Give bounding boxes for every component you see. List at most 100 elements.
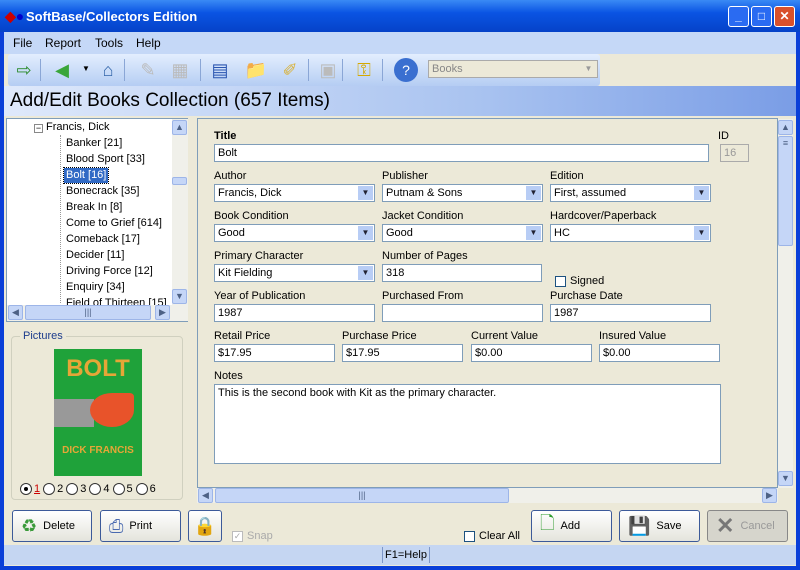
notes-textarea[interactable]: This is the second book with Kit as the …	[214, 384, 721, 464]
purchase-price-input[interactable]: $17.95	[342, 344, 463, 362]
maximize-button[interactable]: □	[751, 6, 772, 27]
tree-horizontal-scrollbar[interactable]: ◀ ||| ▶	[7, 305, 188, 321]
separator	[308, 59, 309, 81]
chevron-down-icon[interactable]: ▼	[358, 186, 373, 200]
chevron-down-icon[interactable]: ▼	[694, 186, 709, 200]
add-folder-icon[interactable]: 📁	[244, 58, 268, 82]
menu-file[interactable]: File	[13, 36, 32, 50]
scroll-up-button[interactable]: ▲	[778, 120, 793, 135]
checkbox[interactable]	[555, 275, 566, 287]
edition-value: First, assumed	[554, 187, 627, 199]
purchase-date-input[interactable]: 1987	[550, 304, 711, 322]
primary-character-select[interactable]: Kit Fielding ▼	[214, 264, 375, 282]
author-select[interactable]: Francis, Dick ▼	[214, 184, 375, 202]
checkbox[interactable]	[464, 530, 475, 542]
list-view-icon[interactable]: ▤	[208, 58, 232, 82]
help-icon[interactable]: ?	[394, 58, 418, 82]
scroll-up-button[interactable]: ▲	[172, 120, 187, 135]
key-icon[interactable]: ⚿	[352, 58, 376, 82]
radio-label: 1	[34, 483, 41, 495]
close-button[interactable]: ✕	[774, 6, 795, 27]
id-value: 16	[724, 147, 737, 159]
scroll-right-button[interactable]: ▶	[155, 305, 170, 320]
tree-item[interactable]: Come to Grief [614]	[64, 216, 164, 231]
collapse-icon[interactable]: −	[34, 124, 43, 133]
home-icon[interactable]: ⌂	[96, 58, 120, 82]
publisher-select[interactable]: Putnam & Sons ▼	[382, 184, 543, 202]
edition-select[interactable]: First, assumed ▼	[550, 184, 711, 202]
book-condition-select[interactable]: Good ▼	[214, 224, 375, 242]
minimize-button[interactable]: _	[728, 6, 749, 27]
picture-radio-1[interactable]: 1	[20, 483, 40, 495]
snap-checkbox: ✓ Snap	[232, 530, 273, 542]
year-label: Year of Publication	[214, 290, 306, 302]
radio-icon[interactable]	[66, 483, 79, 495]
picture-radio-2[interactable]: 2	[43, 483, 63, 495]
radio-icon[interactable]	[43, 483, 56, 495]
radio-icon[interactable]	[20, 483, 32, 495]
clear-all-checkbox[interactable]: Clear All	[464, 530, 520, 542]
radio-icon[interactable]	[112, 483, 125, 495]
scroll-down-button[interactable]: ▼	[172, 289, 187, 304]
scroll-left-button[interactable]: ◀	[198, 488, 213, 503]
scroll-thumb[interactable]: |||	[25, 305, 151, 320]
chevron-down-icon[interactable]: ▼	[358, 266, 373, 280]
picture-radio-6[interactable]: 6	[135, 483, 156, 495]
add-button[interactable]: 🗋 Add	[531, 510, 612, 542]
tree-item[interactable]: Blood Sport [33]	[64, 152, 147, 167]
pages-input[interactable]: 318	[382, 264, 542, 282]
menu-tools[interactable]: Tools	[95, 36, 123, 50]
tree-item[interactable]: Banker [21]	[64, 136, 124, 151]
chevron-down-icon[interactable]: ▼	[358, 226, 373, 240]
current-value-input[interactable]: $0.00	[471, 344, 592, 362]
chevron-down-icon[interactable]: ▼	[526, 186, 541, 200]
tree-item[interactable]: Comeback [17]	[64, 232, 142, 247]
delete-button[interactable]: ♻ Delete	[12, 510, 92, 542]
radio-icon[interactable]	[135, 483, 148, 495]
menu-report[interactable]: Report	[45, 36, 81, 50]
tree-item[interactable]: Decider [11]	[64, 248, 127, 263]
cover-select[interactable]: HC ▼	[550, 224, 711, 242]
tree-item[interactable]: Break In [8]	[64, 200, 124, 215]
tree-item[interactable]: Bolt [16]	[62, 167, 110, 184]
cover-art	[90, 393, 134, 427]
scroll-thumb[interactable]: ≡	[778, 136, 793, 246]
print-button[interactable]: ⎙ Print	[100, 510, 181, 542]
tree-item[interactable]: Enquiry [34]	[64, 280, 127, 295]
purchased-from-input[interactable]	[382, 304, 543, 322]
menu-help[interactable]: Help	[136, 36, 161, 50]
chevron-down-icon[interactable]: ▼	[82, 64, 90, 73]
scroll-thumb[interactable]: |||	[215, 488, 509, 503]
radio-icon[interactable]	[89, 483, 102, 495]
scroll-left-button[interactable]: ◀	[8, 305, 23, 320]
retail-price-input[interactable]: $17.95	[214, 344, 335, 362]
lock-button[interactable]: 🔒	[188, 510, 222, 542]
tree-item[interactable]: Driving Force [12]	[64, 264, 155, 279]
title-input[interactable]: Bolt	[214, 144, 709, 162]
jacket-condition-select[interactable]: Good ▼	[382, 224, 543, 242]
picture-radio-5[interactable]: 5	[112, 483, 133, 495]
lock-icon: 🔒	[193, 515, 217, 536]
collection-tree[interactable]: − Francis, Dick Banker [21] Blood Sport […	[6, 118, 188, 322]
back-icon[interactable]: ◀	[50, 58, 74, 82]
tree-vertical-scrollbar[interactable]: ▲ ▼	[172, 119, 188, 305]
insured-value-input[interactable]: $0.00	[599, 344, 720, 362]
year-input[interactable]: 1987	[214, 304, 375, 322]
chevron-down-icon[interactable]: ▼	[526, 226, 541, 240]
pages-label: Number of Pages	[382, 250, 468, 262]
scroll-down-button[interactable]: ▼	[778, 471, 793, 486]
edit-folder-icon[interactable]: ✐	[278, 58, 302, 82]
signed-checkbox[interactable]: Signed	[555, 275, 604, 287]
picture-radio-3[interactable]: 3	[66, 483, 86, 495]
scroll-right-button[interactable]: ▶	[762, 488, 777, 503]
exit-icon[interactable]: ⇨	[12, 58, 36, 82]
form-horizontal-scrollbar[interactable]: ◀ ||| ▶	[197, 488, 778, 503]
tree-item[interactable]: Bonecrack [35]	[64, 184, 141, 199]
radio-label: 3	[80, 483, 87, 495]
form-vertical-scrollbar[interactable]: ▲ ≡ ▼	[778, 119, 793, 488]
chevron-down-icon[interactable]: ▼	[694, 226, 709, 240]
picture-radio-4[interactable]: 4	[89, 483, 110, 495]
save-button[interactable]: 💾 Save	[619, 510, 700, 542]
tree-node-author[interactable]: Francis, Dick	[46, 121, 110, 133]
scroll-thumb[interactable]	[172, 177, 187, 185]
